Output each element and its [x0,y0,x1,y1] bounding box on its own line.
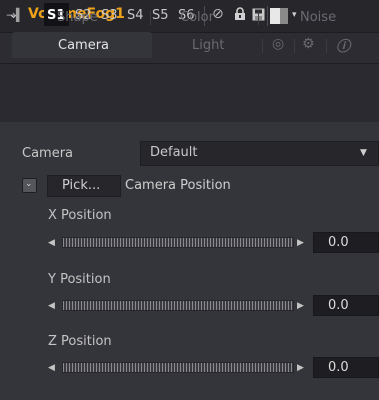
z-position-slider[interactable] [62,362,294,373]
tab-noise[interactable]: Noise [300,10,336,25]
pin-icon[interactable]: →▍ [6,8,25,22]
tab-color[interactable]: Color [180,10,214,25]
y-position-slider[interactable] [62,300,294,311]
slider-right-arrow-icon[interactable]: ▶ [297,363,304,373]
camera-label: Camera [22,146,74,161]
gear-icon[interactable]: ⚙ [302,36,315,52]
toolbar-divider [267,6,268,26]
tab-divider [326,39,327,53]
slider-left-arrow-icon[interactable]: ◀ [48,301,55,311]
camera-position-label: Camera Position [125,178,231,193]
camera-dropdown-value[interactable]: Default [150,145,198,160]
pick-button-label[interactable]: Pick... [62,178,100,193]
slot-s4[interactable]: S4 [127,8,144,23]
tab-shape[interactable]: Shape [57,10,98,25]
tab-camera[interactable]: Camera [58,38,109,53]
y-position-label: Y Position [48,272,111,287]
lock-icon[interactable] [234,7,246,25]
slot-s5[interactable]: S5 [152,8,169,23]
color-swatch-secondary[interactable] [280,8,288,24]
tab-divider [258,11,259,25]
tab-bar [0,64,379,122]
slider-right-arrow-icon[interactable]: ▶ [297,301,304,311]
tab-light[interactable]: Light [192,38,224,53]
x-position-slider[interactable] [62,237,294,248]
slider-right-arrow-icon[interactable]: ▶ [297,238,304,248]
x-position-value[interactable]: 0.0 [328,235,349,250]
z-position-value[interactable]: 0.0 [328,360,349,375]
chevron-down-icon[interactable]: ▼ [360,148,367,158]
slider-left-arrow-icon[interactable]: ◀ [48,238,55,248]
tab-divider [294,39,295,53]
x-position-label: X Position [48,208,112,223]
y-position-value[interactable]: 0.0 [328,298,349,313]
chevron-down-icon[interactable]: ▾ [292,10,297,20]
info-icon[interactable]: ⓘ [336,36,350,56]
z-position-label: Z Position [48,334,112,349]
tab-divider [262,39,263,53]
color-swatch-icon[interactable] [270,8,280,24]
slot-s3[interactable]: S3 [101,8,118,23]
settings-icon[interactable]: ◎ [272,36,284,52]
chevron-down-icon[interactable]: ⌄ [25,179,33,189]
slider-left-arrow-icon[interactable]: ◀ [48,363,55,373]
tab-divider [150,11,151,25]
